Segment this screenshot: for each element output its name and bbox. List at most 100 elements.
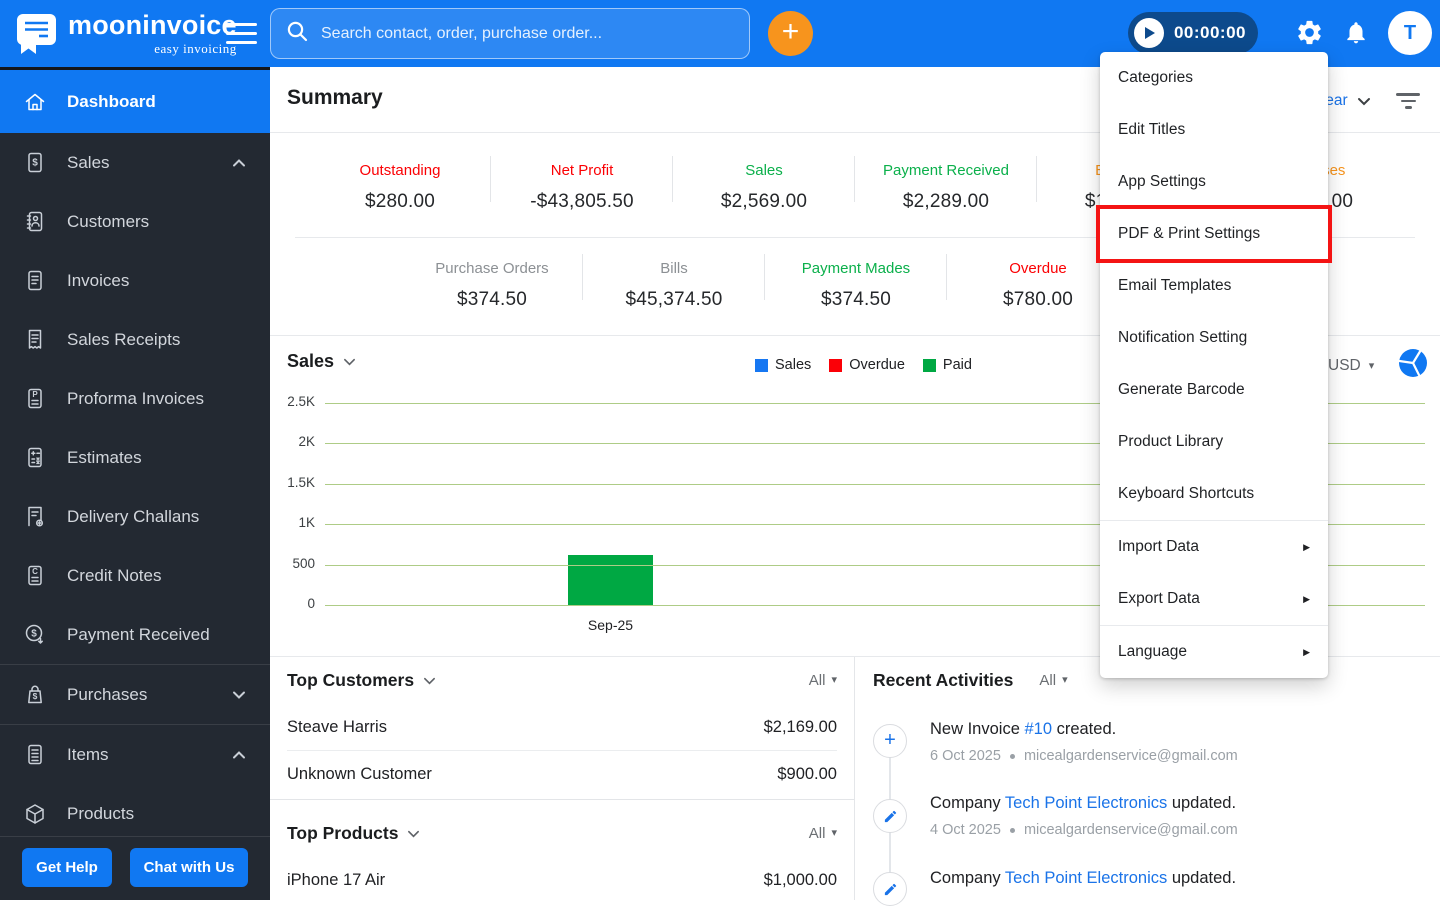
sidebar-item-payment-received[interactable]: $ Payment Received [0,605,270,664]
activity-date: 6 Oct 2025 [930,748,1001,764]
user-avatar[interactable]: T [1388,11,1432,55]
product-row[interactable]: iPhone 17 Air $1,000.00 [287,857,837,904]
x-axis-label: Sep-25 [587,617,634,633]
activity-text: Company Tech Point Electronics updated. [930,869,1237,887]
menu-item-label: Language [1118,643,1187,660]
top-customers-title[interactable]: Top Customers [287,670,436,691]
delivery-challan-icon [28,506,44,527]
payment-received-icon: $ [25,624,43,644]
sidebar-item-items[interactable]: Items [0,725,270,784]
sidebar-item-credit-notes[interactable]: C Credit Notes [0,546,270,605]
sidebar-item-customers[interactable]: Customers [0,192,270,251]
top-customers-header: Top Customers All ▾ [287,657,837,704]
filter-value: All [808,672,826,689]
top-products-title[interactable]: Top Products [287,823,420,844]
sidebar-item-proforma-invoices[interactable]: P Proforma Invoices [0,369,270,428]
moon-invoice-logo-icon [13,11,59,60]
activity-icon-circle [873,799,907,833]
proforma-icon: P [28,388,42,408]
chart-title: Sales [287,351,335,371]
menu-item-categories[interactable]: Categories [1100,52,1328,104]
time-tracker[interactable]: 00:00:00 [1128,12,1258,54]
y-tick-label: 500 [292,555,315,571]
customer-amount: $2,169.00 [763,717,837,736]
brand-logo[interactable]: mooninvoice easy invoicing [13,10,237,60]
menu-item-notification-setting[interactable]: Notification Setting [1100,312,1328,364]
quick-add-button[interactable]: + [768,11,813,56]
search-input[interactable] [319,23,734,44]
submenu-arrow-icon: ▶ [1303,593,1310,604]
menu-item-edit-titles[interactable]: Edit Titles [1100,104,1328,156]
stat-value: $2,569.00 [720,191,808,212]
sidebar-item-label: Products [67,803,135,823]
page-title: Summary [287,86,383,109]
sidebar-item-label: Credit Notes [67,565,162,585]
sidebar-item-estimates[interactable]: Estimates [0,428,270,487]
recent-activities-filter[interactable]: All ▾ [1039,672,1067,689]
sidebar-footer: Get Help Chat with Us [0,848,270,887]
sidebar-item-invoices[interactable]: Invoices [0,251,270,310]
triangle-down-icon: ▾ [831,827,837,839]
sidebar-item-label: Sales Receipts [67,329,181,349]
menu-item-label: Export Data [1118,590,1200,607]
legend-item: Paid [922,357,972,373]
stat-label: Outstanding [359,162,441,179]
purchases-bag-icon: $ [28,685,42,703]
menu-item-keyboard-shortcuts[interactable]: Keyboard Shortcuts [1100,468,1328,520]
sidebar-item-label: Invoices [67,270,130,290]
stat-value: -$43,805.50 [530,191,634,212]
menu-item-app-settings[interactable]: App Settings [1100,156,1328,208]
filter-icon[interactable] [1394,91,1422,113]
sidebar-item-dashboard[interactable]: Dashboard [0,70,270,133]
company-link[interactable]: Tech Point Electronics [1005,794,1167,812]
get-help-button[interactable]: Get Help [22,848,112,887]
sidebar-item-sales-receipts[interactable]: Sales Receipts [0,310,270,369]
menu-item-language[interactable]: Language ▶ [1100,626,1328,678]
currency-label: USD [1328,357,1361,374]
activity-item: Company Tech Point Electronics updated. [930,869,1236,888]
svg-text:P: P [32,390,38,399]
stat-sales: Sales $2,569.00 [673,140,855,237]
products-box-icon [26,803,44,824]
invoice-link[interactable]: #10 [1024,720,1052,738]
stat-value: $2,289.00 [902,191,990,212]
menu-item-pdf-print-settings[interactable]: PDF & Print Settings [1100,208,1328,260]
pie-chart-toggle-icon[interactable] [1398,348,1428,381]
activity-meta: 4 Oct 2025 micealgardenservice@gmail.com [930,822,1238,838]
currency-selector[interactable]: USD ▾ [1328,357,1374,375]
top-customers-filter[interactable]: All ▾ [809,672,837,689]
menu-item-email-templates[interactable]: Email Templates [1100,260,1328,312]
sidebar-item-products[interactable]: Products [0,784,270,843]
global-search[interactable] [270,8,750,59]
activity-email: micealgardenservice@gmail.com [1023,748,1238,764]
activity-icon-circle: + [873,724,907,758]
sidebar-item-purchases[interactable]: $ Purchases [0,665,270,724]
menu-item-product-library[interactable]: Product Library [1100,416,1328,468]
stat-label: Payment Received [883,162,1009,179]
chat-with-us-button[interactable]: Chat with Us [130,848,248,887]
notifications-bell-icon[interactable] [1343,19,1369,49]
recent-activities-title: Recent Activities [873,670,1013,691]
stat-label: Net Profit [550,162,614,179]
settings-gear-icon[interactable] [1295,18,1324,50]
menu-item-import-data[interactable]: Import Data ▶ [1100,521,1328,573]
submenu-arrow-icon: ▶ [1303,541,1310,552]
sidebar-item-label: Sales [67,152,110,172]
customer-amount: $900.00 [777,765,837,783]
menu-item-generate-barcode[interactable]: Generate Barcode [1100,364,1328,416]
chart-title-dropdown[interactable]: Sales [287,351,356,372]
y-tick-label: 1K [298,515,315,531]
sidebar-item-sales[interactable]: $ Sales [0,133,270,192]
customer-row[interactable]: Steave Harris $2,169.00 [287,704,837,751]
top-products-filter[interactable]: All ▾ [809,825,837,842]
paid-bar[interactable] [568,554,653,605]
company-link[interactable]: Tech Point Electronics [1005,869,1167,887]
customer-row[interactable]: Unknown Customer $900.00 [287,751,837,798]
brand-name: mooninvoice [68,10,237,40]
sidebar-item-delivery-challans[interactable]: Delivery Challans [0,487,270,546]
avatar-initial: T [1403,21,1417,44]
hamburger-menu-icon[interactable] [226,23,257,44]
play-icon[interactable] [1134,18,1164,48]
stat-purchase-orders: Purchase Orders $374.50 [401,238,583,335]
menu-item-export-data[interactable]: Export Data ▶ [1100,573,1328,625]
